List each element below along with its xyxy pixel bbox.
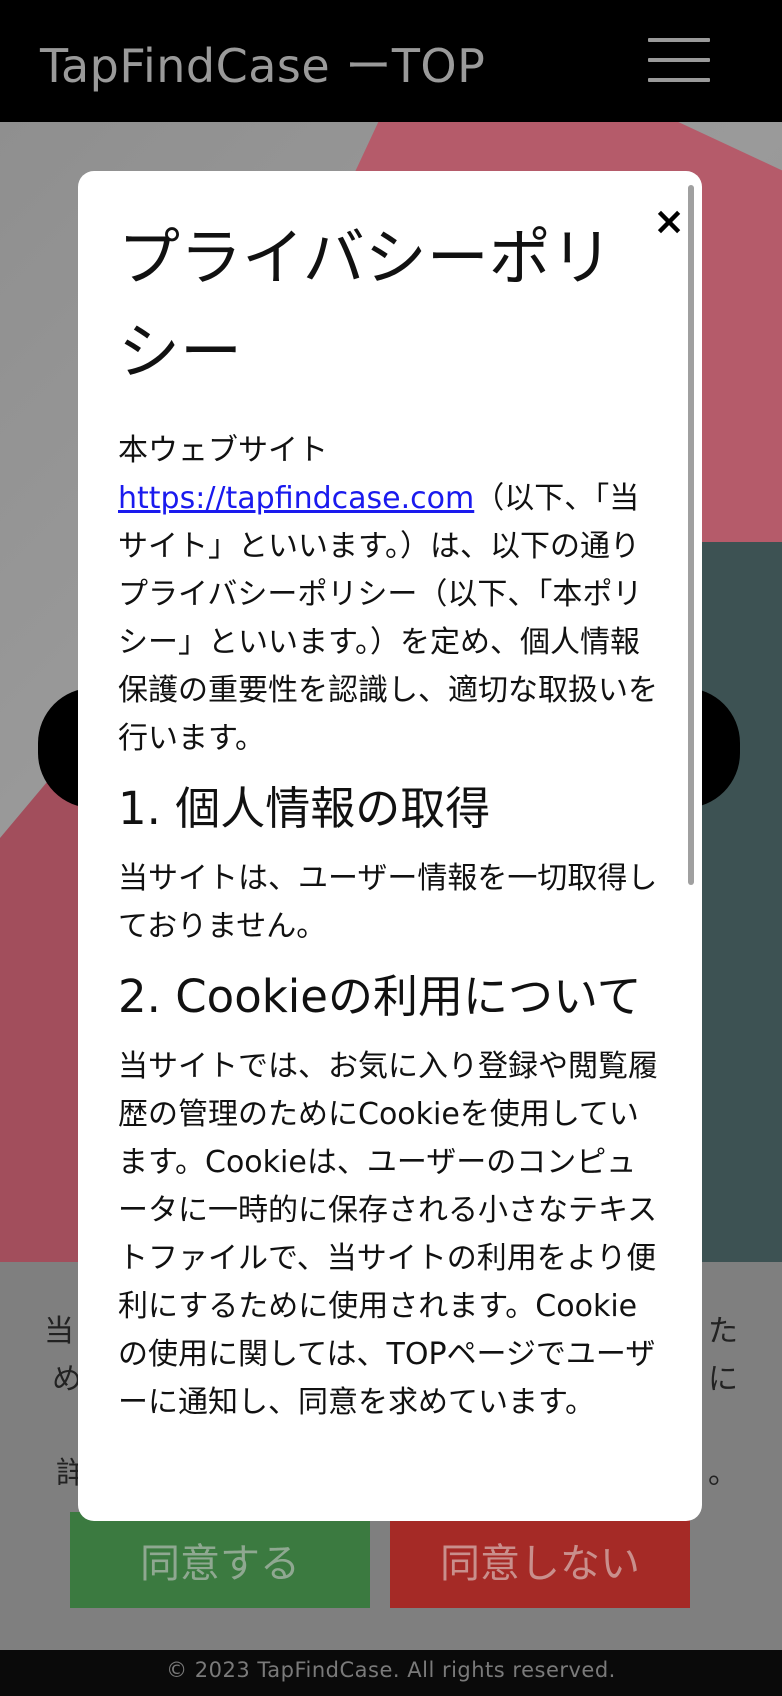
page: TapFindCase ーTOP 当 め た に 詳 。 同意する 同意しない … bbox=[0, 0, 782, 1696]
cookie-text-left-1: 当 bbox=[44, 1314, 74, 1349]
site-title[interactable]: TapFindCase ーTOP bbox=[40, 30, 485, 96]
modal-content: プライバシーポリシー 本ウェブサイト https://tapfindcase.co… bbox=[118, 211, 663, 1441]
cookie-detail-right: 。 bbox=[708, 1456, 738, 1491]
section2-heading: 2. Cookieの利用について bbox=[118, 970, 642, 1023]
menu-bar bbox=[648, 78, 710, 82]
site-header: TapFindCase ーTOP bbox=[0, 0, 782, 122]
section1-heading: 1. 個人情報の取得 bbox=[118, 782, 491, 835]
disagree-button[interactable]: 同意しない bbox=[390, 1512, 690, 1608]
cookie-text-right-1: た bbox=[708, 1314, 738, 1349]
hamburger-menu-icon[interactable] bbox=[648, 38, 710, 84]
site-footer: © 2023 TapFindCase. All rights reserved. bbox=[0, 1650, 782, 1696]
cookie-text-right-2: に bbox=[708, 1362, 738, 1397]
intro-prefix: 本ウェブサイト bbox=[118, 433, 328, 468]
agree-button[interactable]: 同意する bbox=[70, 1512, 370, 1608]
site-link[interactable]: https://tapfindcase.com bbox=[118, 481, 474, 516]
menu-bar bbox=[648, 38, 710, 42]
intro-paragraph: 本ウェブサイト https://tapfindcase.com（以下、「当サイト」… bbox=[118, 427, 663, 763]
modal-scrollbar[interactable] bbox=[688, 185, 694, 885]
section1-body: 当サイトは、ユーザー情報を一切取得しておりません。 bbox=[118, 861, 658, 944]
menu-bar bbox=[648, 58, 710, 62]
section2-body: 当サイトでは、お気に入り登録や閲覧履歴の管理のためにCookieを使用しています… bbox=[118, 1049, 658, 1420]
copyright-text: © 2023 TapFindCase. All rights reserved. bbox=[166, 1658, 616, 1682]
modal-title: プライバシーポリシー bbox=[118, 221, 613, 388]
intro-suffix: （以下、「当サイト」といいます。）は、以下の通りプライバシーポリシー（以下、「本… bbox=[118, 481, 658, 756]
privacy-policy-modal: × プライバシーポリシー 本ウェブサイト https://tapfindcase.… bbox=[78, 171, 702, 1521]
